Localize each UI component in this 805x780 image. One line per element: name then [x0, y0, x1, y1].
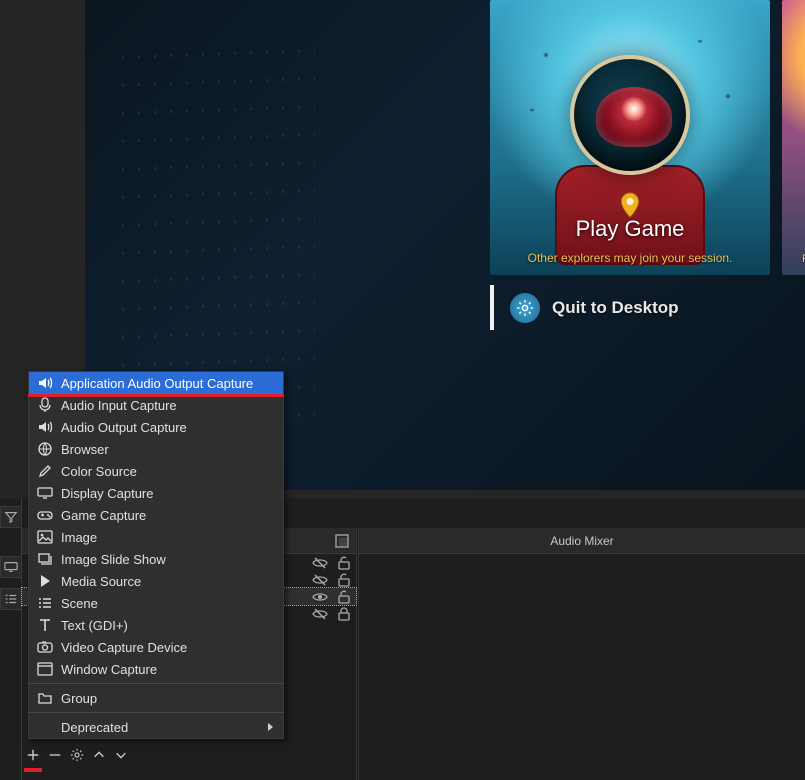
brush-icon	[37, 463, 53, 479]
gamepad-icon	[37, 507, 53, 523]
text-icon	[37, 617, 53, 633]
menu-item-media-source[interactable]: Media Source	[29, 570, 283, 592]
menu-item-video-capture-device[interactable]: Video Capture Device	[29, 636, 283, 658]
astronaut-helmet	[570, 55, 690, 175]
menu-item-window-capture[interactable]: Window Capture	[29, 658, 283, 680]
menu-item-game-capture[interactable]: Game Capture	[29, 504, 283, 526]
menu-item-application-audio-output-capture[interactable]: Application Audio Output Capture	[29, 372, 283, 394]
visibility-toggle-icon[interactable]	[312, 606, 328, 622]
folder-icon	[37, 690, 53, 706]
move-down-button[interactable]	[110, 744, 132, 766]
side-tab-list[interactable]	[0, 588, 22, 610]
menu-item-label: Deprecated	[61, 720, 268, 735]
source-settings-button[interactable]	[66, 744, 88, 766]
menu-item-label: Image Slide Show	[61, 552, 273, 567]
monitor-icon	[37, 485, 53, 501]
mic-icon	[37, 397, 53, 413]
card-subtitle: Play with friends	[782, 253, 805, 265]
menu-item-text-gdi-[interactable]: Text (GDI+)	[29, 614, 283, 636]
image-icon	[37, 529, 53, 545]
visibility-toggle-icon[interactable]	[312, 572, 328, 588]
menu-item-color-source[interactable]: Color Source	[29, 460, 283, 482]
menu-item-label: Application Audio Output Capture	[61, 376, 273, 391]
menu-item-label: Audio Input Capture	[61, 398, 273, 413]
menu-item-label: Color Source	[61, 464, 273, 479]
game-card-multiplayer: Mu Play with friends	[782, 0, 805, 275]
gear-icon	[510, 293, 540, 323]
card-title: Play Game	[490, 216, 770, 242]
menu-item-label: Game Capture	[61, 508, 273, 523]
lock-toggle-icon[interactable]	[336, 606, 352, 622]
side-tab-strip	[0, 498, 22, 780]
move-up-button[interactable]	[88, 744, 110, 766]
play-icon	[37, 573, 53, 589]
menu-item-label: Image	[61, 530, 273, 545]
menu-item-label: Text (GDI+)	[61, 618, 273, 633]
menu-item-label: Media Source	[61, 574, 273, 589]
menu-item-group[interactable]: Group	[29, 687, 283, 709]
menu-item-image[interactable]: Image	[29, 526, 283, 548]
menu-separator	[29, 683, 283, 684]
menu-separator	[29, 712, 283, 713]
card-subtitle: Other explorers may join your session.	[490, 251, 770, 265]
visibility-toggle-icon[interactable]	[312, 555, 328, 571]
menu-item-browser[interactable]: Browser	[29, 438, 283, 460]
audio-mixer-panel: Audio Mixer	[358, 528, 805, 780]
side-tab-monitor[interactable]	[0, 556, 22, 578]
menu-item-label: Window Capture	[61, 662, 273, 677]
globe-icon	[37, 441, 53, 457]
card-title: Mu	[782, 216, 805, 242]
speaker-icon	[37, 419, 53, 435]
submenu-arrow-icon	[268, 723, 273, 731]
popout-icon[interactable]	[334, 533, 350, 549]
game-card-play-game: Play Game Other explorers may join your …	[490, 0, 770, 275]
sources-toolbar	[22, 742, 132, 768]
menu-item-label: Group	[61, 691, 273, 706]
camera-icon	[37, 639, 53, 655]
menu-item-label: Scene	[61, 596, 273, 611]
slides-icon	[37, 551, 53, 567]
menu-item-audio-input-capture[interactable]: Audio Input Capture	[29, 394, 283, 416]
menu-item-label: Browser	[61, 442, 273, 457]
window-icon	[37, 661, 53, 677]
menu-item-image-slide-show[interactable]: Image Slide Show	[29, 548, 283, 570]
add-source-context-menu[interactable]: Application Audio Output Capture Audio In…	[28, 371, 284, 739]
side-tab-filter[interactable]	[0, 506, 22, 528]
list-icon	[37, 595, 53, 611]
quit-to-desktop-row: Quit to Desktop	[490, 285, 805, 330]
remove-source-button[interactable]	[44, 744, 66, 766]
visibility-toggle-icon[interactable]	[312, 589, 328, 605]
speaker-icon	[37, 375, 53, 391]
lock-toggle-icon[interactable]	[336, 572, 352, 588]
red-highlight-plus	[24, 768, 42, 772]
menu-item-label: Display Capture	[61, 486, 273, 501]
menu-item-deprecated[interactable]: Deprecated	[29, 716, 283, 738]
menu-item-label: Video Capture Device	[61, 640, 273, 655]
add-source-button[interactable]	[22, 744, 44, 766]
lock-toggle-icon[interactable]	[336, 589, 352, 605]
menu-item-scene[interactable]: Scene	[29, 592, 283, 614]
audio-mixer-title: Audio Mixer	[359, 528, 805, 554]
menu-item-audio-output-capture[interactable]: Audio Output Capture	[29, 416, 283, 438]
menu-item-display-capture[interactable]: Display Capture	[29, 482, 283, 504]
menu-item-label: Audio Output Capture	[61, 420, 273, 435]
quit-label: Quit to Desktop	[552, 298, 679, 318]
lock-toggle-icon[interactable]	[336, 555, 352, 571]
red-highlight-underline	[28, 394, 284, 397]
